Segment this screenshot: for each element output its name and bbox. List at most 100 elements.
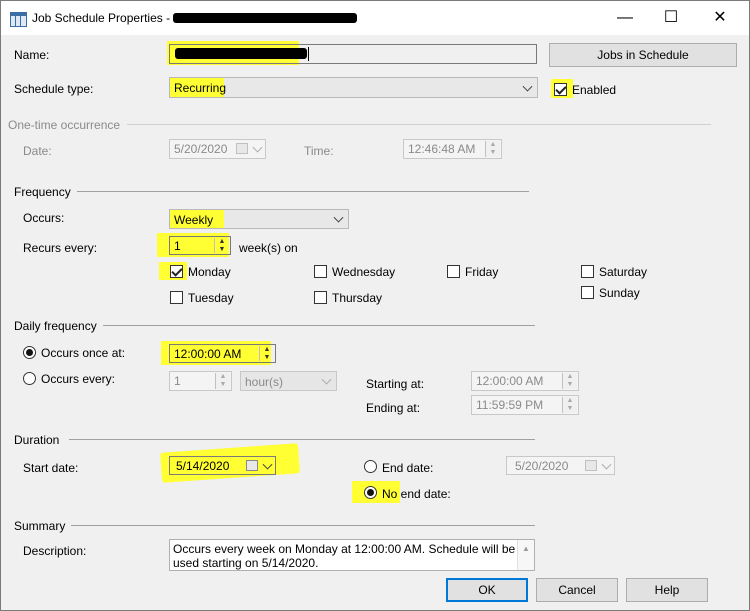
occurs-once-radio[interactable] bbox=[23, 346, 36, 359]
recurs-every-unit: week(s) on bbox=[239, 241, 298, 255]
one-time-date-value: 5/20/2020 bbox=[174, 142, 228, 156]
thursday-label: Thursday bbox=[332, 291, 383, 305]
occurs-every-label: Occurs every: bbox=[41, 372, 116, 386]
thursday-checkbox[interactable] bbox=[314, 291, 327, 304]
occurs-every-radio[interactable] bbox=[23, 372, 36, 385]
wednesday-label: Wednesday bbox=[332, 265, 396, 279]
duration-section-title: Duration bbox=[14, 433, 60, 447]
spinner-arrows-icon: ▲ ▼ bbox=[562, 397, 577, 413]
occurs-every-unit-value: hour(s) bbox=[245, 375, 284, 389]
close-icon[interactable]: ✕ bbox=[697, 1, 743, 35]
schedule-type-dropdown[interactable]: Recurring bbox=[169, 77, 538, 98]
sunday-checkbox[interactable] bbox=[581, 286, 594, 299]
sunday-label: Sunday bbox=[599, 286, 640, 300]
monday-label: Monday bbox=[188, 265, 231, 279]
spinner-arrows-icon: ▲ ▼ bbox=[215, 373, 230, 389]
occurs-once-time-spinner[interactable]: 12:00:00 AM ▲ ▼ bbox=[169, 344, 276, 363]
occurs-value: Weekly bbox=[174, 213, 214, 227]
cancel-button[interactable]: Cancel bbox=[536, 578, 618, 602]
friday-label: Friday bbox=[465, 265, 499, 279]
ok-button[interactable]: OK bbox=[446, 578, 528, 602]
saturday-label: Saturday bbox=[599, 265, 648, 279]
one-time-section-title: One-time occurrence bbox=[8, 118, 121, 132]
spinner-arrows-icon: ▲ ▼ bbox=[562, 373, 577, 389]
job-schedule-properties-dialog: Job Schedule Properties - — ☐ ✕ Name: Jo… bbox=[0, 0, 750, 611]
description-line: Occurs every week on Monday at 12:00:00 … bbox=[173, 542, 516, 556]
description-label: Description: bbox=[23, 544, 87, 558]
schedule-type-value: Recurring bbox=[174, 81, 227, 95]
tuesday-label: Tuesday bbox=[188, 291, 234, 305]
section-divider bbox=[71, 525, 535, 526]
ending-at-value: 11:59:59 PM bbox=[476, 398, 544, 412]
chevron-down-icon[interactable] bbox=[262, 459, 273, 470]
name-label: Name: bbox=[14, 48, 50, 62]
chevron-down-icon bbox=[321, 374, 332, 385]
description-line: used starting on 5/14/2020. bbox=[173, 556, 319, 570]
calendar-icon bbox=[236, 143, 248, 154]
redaction-mark bbox=[175, 48, 307, 59]
occurs-once-time-value: 12:00:00 AM bbox=[174, 347, 242, 361]
wednesday-checkbox[interactable] bbox=[314, 265, 327, 278]
one-time-time-value: 12:46:48 AM bbox=[408, 142, 476, 156]
start-date-picker[interactable]: 5/14/2020 bbox=[169, 456, 276, 475]
calendar-icon bbox=[585, 460, 597, 471]
end-date-picker: 5/20/2020 bbox=[506, 456, 615, 475]
one-time-time-label: Time: bbox=[304, 144, 334, 158]
saturday-checkbox[interactable] bbox=[581, 265, 594, 278]
chevron-down-icon bbox=[333, 212, 344, 223]
description-scrollbar[interactable]: ▲ bbox=[517, 540, 534, 570]
table-icon bbox=[10, 12, 27, 27]
recurs-every-value: 1 bbox=[174, 239, 181, 253]
maximize-icon[interactable]: ☐ bbox=[648, 1, 694, 35]
one-time-date-label: Date: bbox=[23, 144, 52, 158]
summary-section-title: Summary bbox=[14, 519, 66, 533]
scroll-up-icon[interactable]: ▲ bbox=[522, 544, 530, 553]
help-button[interactable]: Help bbox=[626, 578, 708, 602]
no-end-date-label: No end date: bbox=[382, 487, 451, 501]
redaction-mark bbox=[173, 13, 357, 23]
end-date-radio[interactable] bbox=[364, 460, 377, 473]
enabled-checkbox[interactable] bbox=[554, 83, 567, 96]
window-title: Job Schedule Properties - bbox=[32, 11, 171, 25]
jobs-in-schedule-button[interactable]: Jobs in Schedule bbox=[549, 43, 737, 67]
minimize-icon[interactable]: — bbox=[602, 1, 648, 35]
section-divider bbox=[77, 191, 529, 192]
friday-checkbox[interactable] bbox=[447, 265, 460, 278]
occurs-dropdown[interactable]: Weekly bbox=[169, 209, 349, 229]
starting-at-value: 12:00:00 AM bbox=[476, 374, 544, 388]
no-end-date-radio[interactable] bbox=[364, 486, 377, 499]
end-date-label: End date: bbox=[382, 461, 434, 475]
tuesday-checkbox[interactable] bbox=[170, 291, 183, 304]
spinner-arrows-icon[interactable]: ▲ ▼ bbox=[259, 346, 274, 361]
chevron-down-icon bbox=[252, 142, 263, 153]
chevron-down-icon bbox=[601, 459, 612, 470]
occurs-every-interval-value: 1 bbox=[174, 374, 181, 388]
one-time-time-spinner: 12:46:48 AM ▲ ▼ bbox=[403, 139, 502, 159]
description-textbox[interactable]: Occurs every week on Monday at 12:00:00 … bbox=[169, 539, 535, 571]
daily-frequency-section-title: Daily frequency bbox=[14, 319, 97, 333]
start-date-label: Start date: bbox=[23, 461, 79, 475]
recurs-every-label: Recurs every: bbox=[23, 241, 98, 255]
schedule-type-label: Schedule type: bbox=[14, 82, 94, 96]
spinner-arrows-icon: ▲ ▼ bbox=[485, 141, 500, 157]
start-date-value: 5/14/2020 bbox=[176, 459, 230, 473]
ending-at-label: Ending at: bbox=[366, 401, 421, 415]
occurs-label: Occurs: bbox=[23, 211, 65, 225]
one-time-date-picker: 5/20/2020 bbox=[169, 139, 266, 159]
calendar-icon[interactable] bbox=[246, 460, 258, 471]
enabled-label: Enabled bbox=[572, 83, 617, 97]
occurs-every-interval-spinner: 1 ▲ ▼ bbox=[169, 371, 232, 391]
text-cursor bbox=[308, 47, 309, 61]
starting-at-label: Starting at: bbox=[366, 377, 425, 391]
frequency-section-title: Frequency bbox=[14, 185, 71, 199]
section-divider bbox=[127, 124, 711, 125]
chevron-down-icon bbox=[522, 81, 533, 92]
ending-at-spinner: 11:59:59 PM ▲ ▼ bbox=[471, 395, 579, 415]
end-date-value: 5/20/2020 bbox=[515, 459, 569, 473]
monday-checkbox[interactable] bbox=[170, 265, 183, 278]
spinner-arrows-icon[interactable]: ▲ ▼ bbox=[214, 238, 229, 253]
occurs-once-label: Occurs once at: bbox=[41, 346, 126, 360]
recurs-every-spinner[interactable]: 1 ▲ ▼ bbox=[169, 236, 231, 255]
occurs-every-unit-dropdown: hour(s) bbox=[240, 371, 337, 391]
section-divider bbox=[103, 325, 535, 326]
